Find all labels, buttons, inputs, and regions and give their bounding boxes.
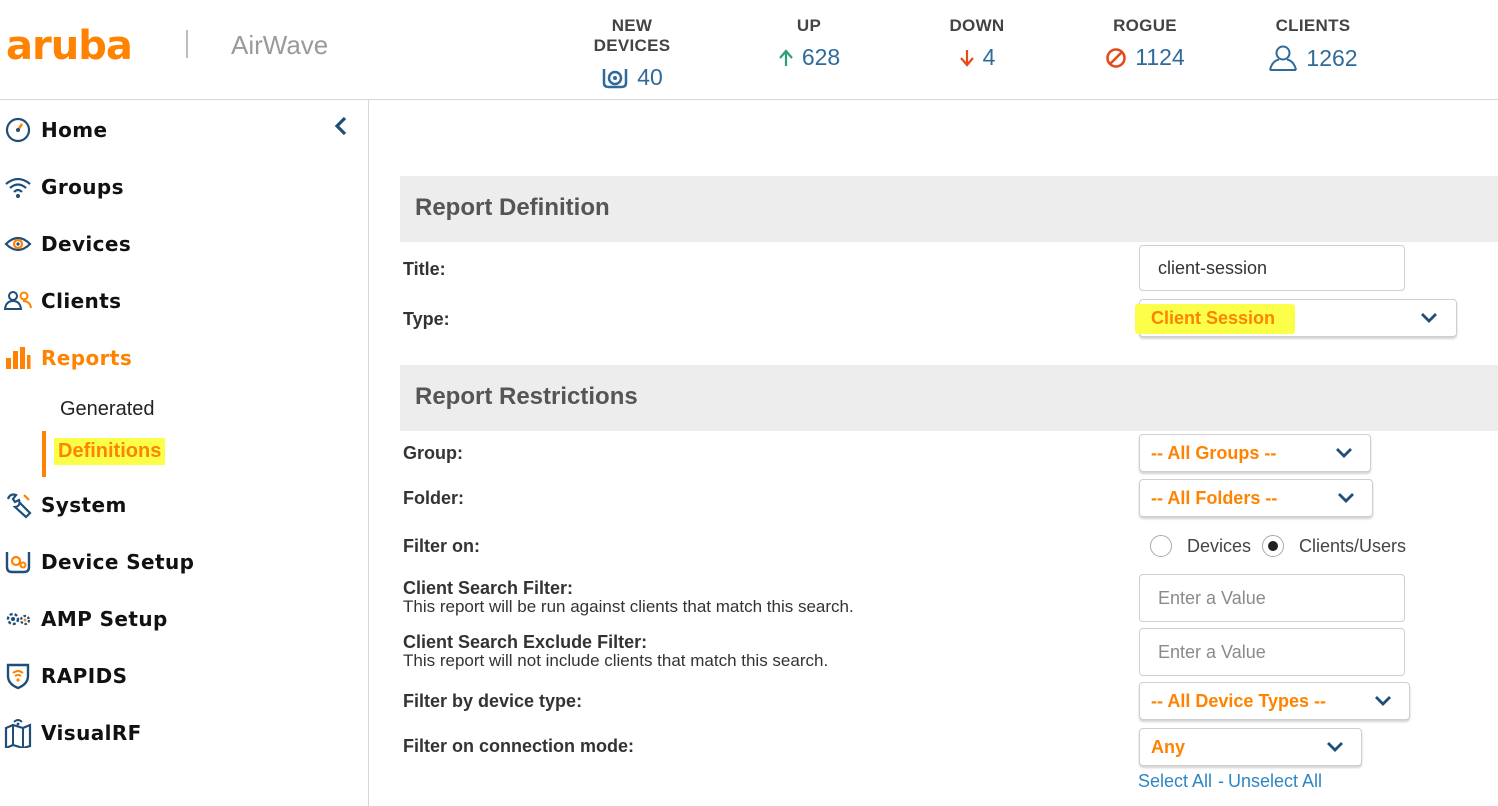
gears-icon — [4, 605, 32, 633]
connection-mode-select[interactable]: Any — [1139, 728, 1362, 766]
product-name: AirWave — [231, 30, 329, 60]
sidebar-item-home[interactable]: Home — [4, 110, 107, 150]
sidebar-item-label: Devices — [41, 232, 132, 256]
stat-label: ROGUE — [1113, 16, 1177, 35]
logo-divider — [186, 30, 188, 58]
sidebar-item-system[interactable]: System — [4, 485, 127, 525]
radio-clients-users[interactable] — [1262, 535, 1284, 557]
map-icon — [4, 719, 32, 748]
new-devices-icon — [602, 68, 628, 88]
chevron-down-icon — [1327, 742, 1343, 752]
arrow-down-icon — [959, 49, 974, 67]
sidebar-item-amp-setup[interactable]: AMP Setup — [4, 599, 168, 639]
stat-up[interactable]: UP 628 — [772, 16, 846, 71]
bar-chart-icon — [4, 344, 32, 372]
sidebar-item-label: Groups — [41, 175, 124, 199]
select-value: Client Session — [1151, 308, 1276, 328]
sidebar-item-rapids[interactable]: RAPIDS — [4, 656, 127, 696]
sidebar-item-label: AMP Setup — [41, 607, 168, 631]
group-label: Group: — [403, 443, 463, 463]
folder-label: Folder: — [403, 488, 464, 508]
client-exclude-label: Client Search Exclude Filter: — [403, 632, 648, 652]
select-value: -- All Groups -- — [1151, 443, 1277, 463]
sidebar-item-label: RAPIDS — [41, 664, 128, 688]
stat-value: 40 — [637, 64, 663, 90]
stat-value: 1124 — [1135, 44, 1185, 70]
section-title: Report Restrictions — [415, 383, 638, 410]
select-value: -- All Folders -- — [1151, 488, 1278, 508]
tools-icon — [4, 491, 32, 519]
user-icon — [1269, 45, 1298, 71]
link-separator: - — [1213, 771, 1229, 791]
wifi-icon — [4, 173, 32, 201]
device-setup-icon — [4, 548, 32, 576]
sidebar-item-device-setup[interactable]: Device Setup — [4, 542, 194, 582]
select-value: Any — [1151, 737, 1186, 757]
unselect-all-link[interactable]: Unselect All — [1228, 771, 1322, 792]
sidebar-item-reports[interactable]: Reports — [4, 338, 132, 378]
client-exclude-description: This report will not include clients tha… — [403, 651, 829, 670]
eye-icon — [4, 230, 32, 258]
aruba-logo[interactable]: aruba — [6, 22, 133, 70]
chevron-left-icon[interactable] — [330, 114, 352, 138]
shield-wifi-icon — [4, 662, 32, 690]
client-search-description: This report will be run against clients … — [403, 597, 854, 616]
report-definition-header: Report Definition — [400, 176, 1498, 242]
stat-clients[interactable]: CLIENTS 1262 — [1264, 16, 1362, 72]
stat-value: 4 — [982, 44, 996, 70]
chevron-down-icon — [1421, 313, 1437, 323]
device-type-select[interactable]: -- All Device Types -- — [1139, 682, 1410, 720]
type-label: Type: — [403, 309, 450, 329]
group-select[interactable]: -- All Groups -- — [1139, 434, 1371, 472]
select-value: -- All Device Types -- — [1151, 691, 1327, 711]
arrow-up-icon — [778, 48, 793, 66]
client-search-input[interactable] — [1139, 574, 1405, 622]
sidebar-item-label: Device Setup — [41, 550, 195, 574]
type-select[interactable]: Client Session — [1135, 299, 1457, 337]
sidebar: Home Groups Devices Clients Reports Gene… — [0, 100, 369, 806]
users-icon — [4, 287, 32, 315]
sidebar-item-visualrf[interactable]: VisualRF — [4, 713, 142, 753]
section-title: Report Definition — [415, 194, 610, 221]
sidebar-item-label: System — [41, 493, 127, 517]
filter-on-label: Filter on: — [403, 536, 480, 556]
stat-label: NEW DEVICES — [593, 16, 671, 55]
sidebar-item-label: Clients — [41, 289, 122, 313]
title-input[interactable] — [1139, 245, 1405, 291]
connection-mode-label: Filter on connection mode: — [403, 736, 635, 756]
stat-label: DOWN — [949, 16, 1005, 35]
radio-devices[interactable] — [1150, 535, 1172, 557]
sidebar-item-clients[interactable]: Clients — [4, 281, 121, 321]
select-all-link[interactable]: Select All — [1138, 771, 1212, 792]
stat-label: CLIENTS — [1275, 16, 1351, 35]
stat-value: 1262 — [1306, 44, 1358, 71]
title-label: Title: — [403, 259, 446, 279]
stat-new-devices[interactable]: NEW DEVICES 40 — [572, 16, 692, 91]
radio-label-devices: Devices — [1187, 536, 1252, 556]
stat-rogue[interactable]: ROGUE 1124 — [1098, 16, 1192, 71]
sidebar-item-label: Home — [41, 118, 108, 142]
sidebar-subitem-generated[interactable]: Generated — [60, 398, 155, 421]
active-indicator — [42, 431, 46, 477]
prohibited-icon — [1106, 47, 1127, 68]
folder-select[interactable]: -- All Folders -- — [1139, 479, 1373, 517]
client-exclude-input[interactable] — [1139, 628, 1405, 676]
client-search-label: Client Search Filter: — [403, 578, 574, 598]
chevron-down-icon — [1338, 493, 1354, 503]
dashboard-icon — [4, 116, 32, 144]
sidebar-subitem-definitions[interactable]: Definitions — [54, 438, 166, 465]
sidebar-item-label: VisualRF — [41, 721, 142, 745]
sidebar-item-devices[interactable]: Devices — [4, 224, 131, 264]
stat-down[interactable]: DOWN 4 — [946, 16, 1008, 71]
stat-label: UP — [796, 16, 822, 35]
sidebar-item-groups[interactable]: Groups — [4, 167, 124, 207]
top-header: aruba AirWave NEW DEVICES 40 UP 628 DOWN — [0, 0, 1498, 100]
stat-value: 628 — [801, 44, 841, 70]
chevron-down-icon — [1375, 696, 1391, 706]
radio-label-clients-users: Clients/Users — [1299, 536, 1407, 556]
chevron-down-icon — [1336, 448, 1352, 458]
report-restrictions-header: Report Restrictions — [400, 365, 1498, 431]
sidebar-item-label: Reports — [41, 346, 133, 370]
device-type-label: Filter by device type: — [403, 691, 583, 711]
